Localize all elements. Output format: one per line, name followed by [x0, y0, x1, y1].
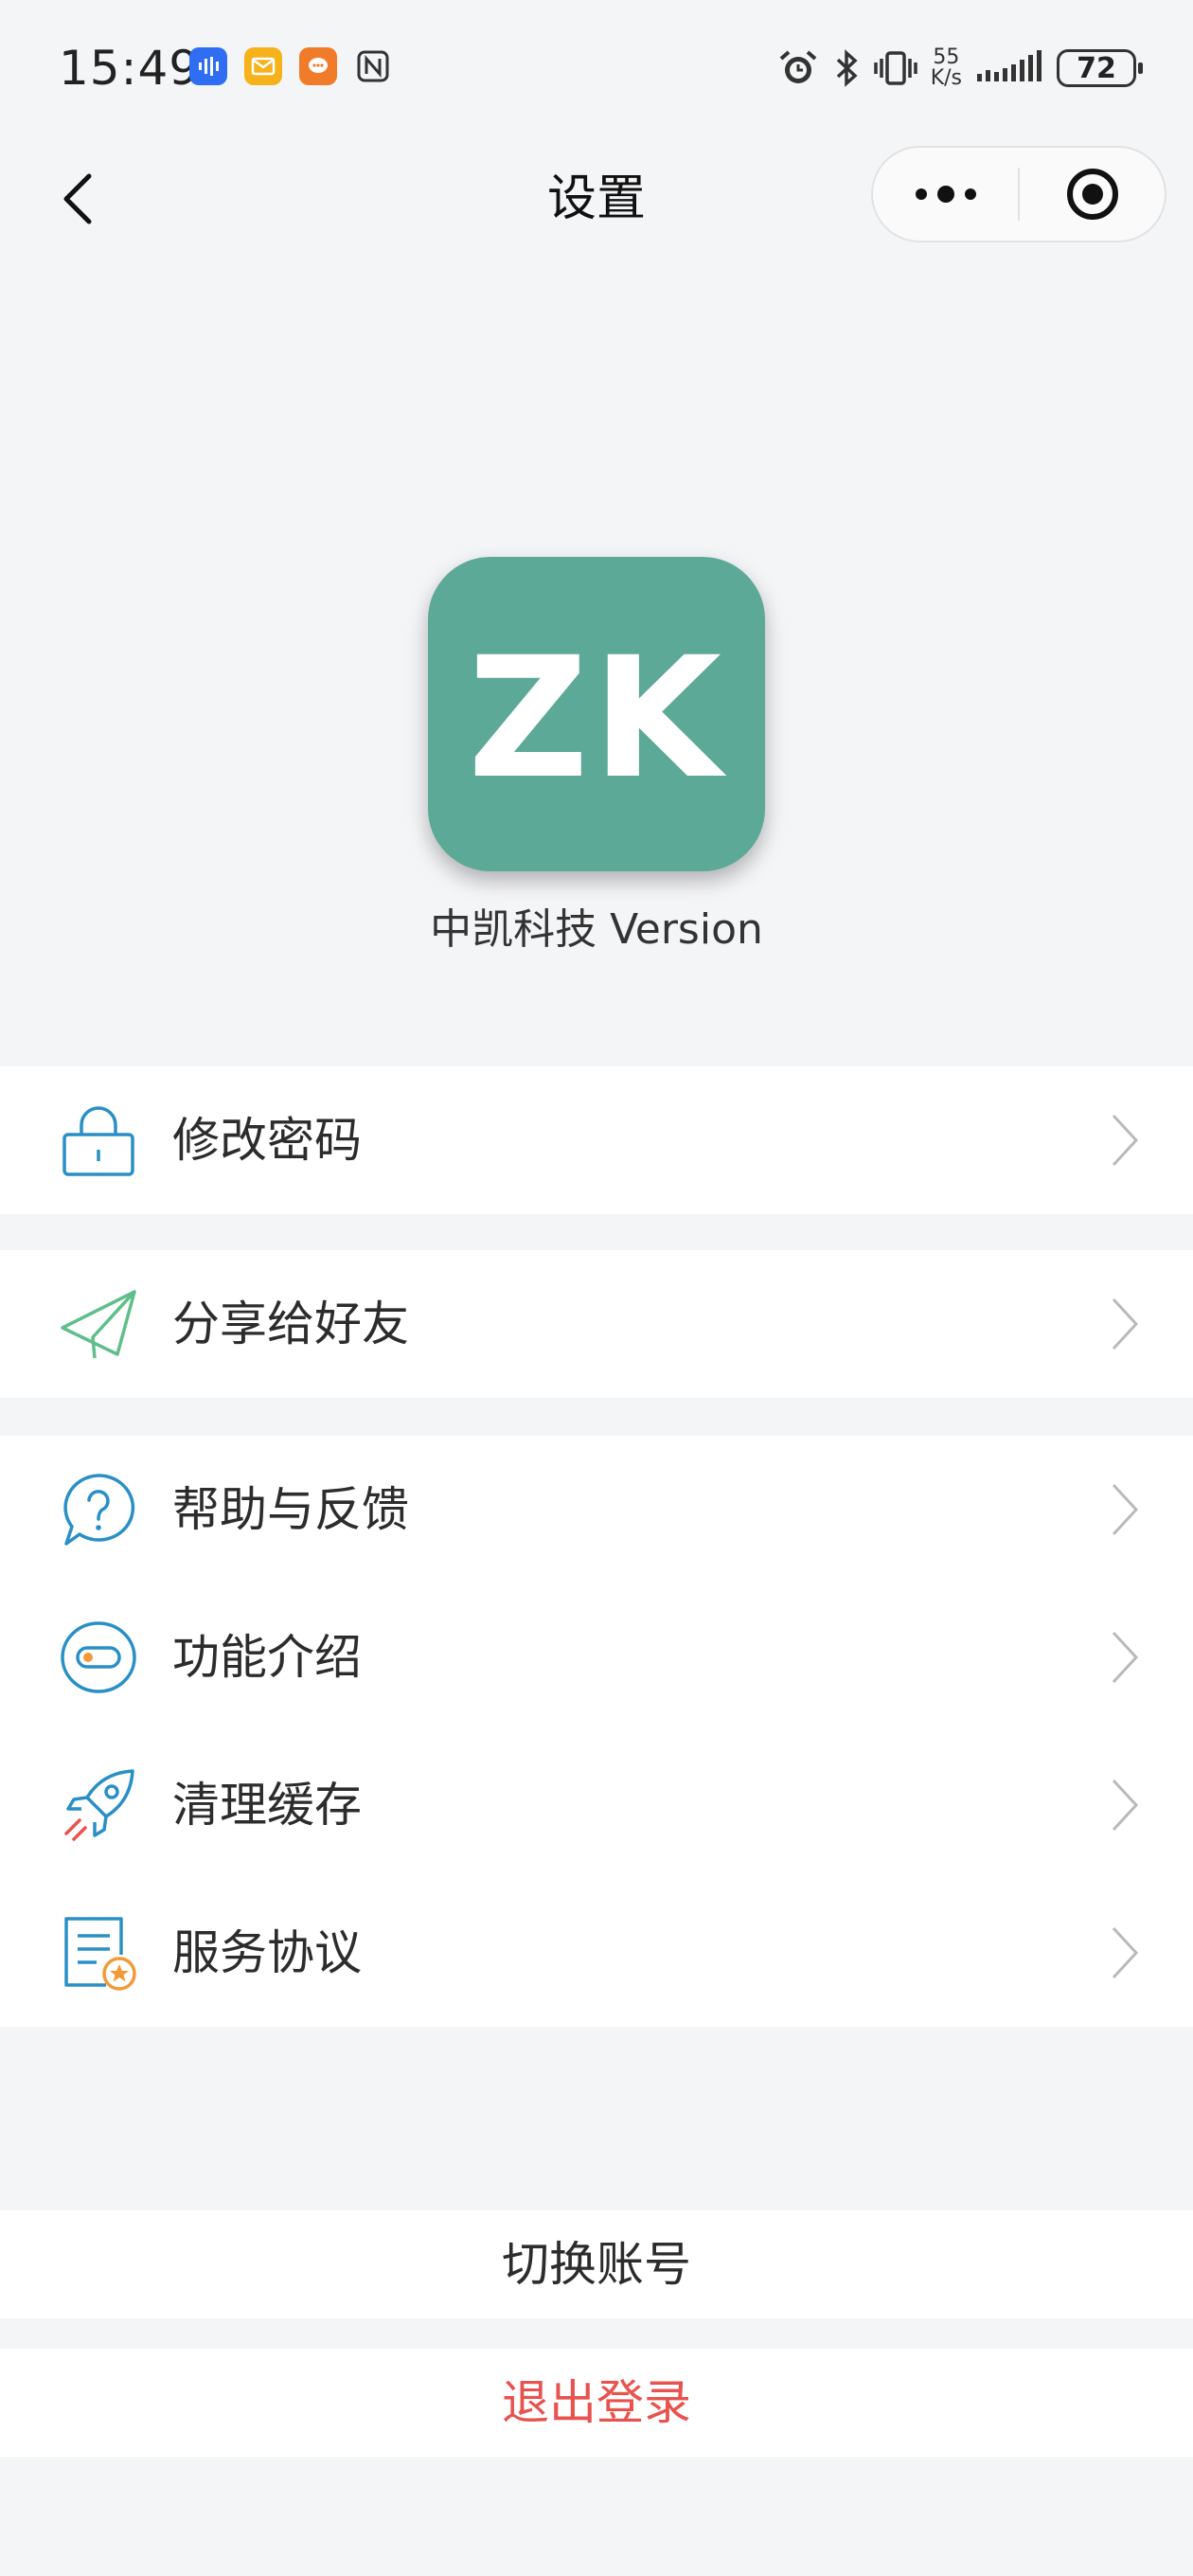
vibrate-icon: [873, 51, 917, 85]
menu-item-label: 帮助与反馈: [172, 1482, 409, 1537]
close-mini-program-button[interactable]: [1020, 148, 1165, 241]
menu-item-help[interactable]: 帮助与反馈: [0, 1436, 1193, 1583]
navigation-bar: 设置: [0, 133, 1193, 265]
status-bar: 15:49 55 K/s 72: [0, 0, 1193, 133]
switch-account-button[interactable]: 切换账号: [0, 2210, 1193, 2318]
chevron-right-icon: [1106, 1107, 1144, 1173]
more-button[interactable]: [873, 148, 1018, 241]
settings-group-share: 分享给好友: [0, 1250, 1193, 1398]
help-bubble-icon: [59, 1470, 138, 1549]
signal-icon: [977, 50, 1042, 81]
battery-indicator: 72: [1057, 49, 1143, 87]
toggle-badge-icon: [59, 1618, 138, 1697]
chevron-right-icon: [1106, 1772, 1144, 1838]
alarm-icon: [779, 50, 817, 83]
chevron-right-icon: [1106, 1624, 1144, 1690]
menu-item-label: 修改密码: [172, 1113, 362, 1168]
menu-item-clear-cache[interactable]: 清理缓存: [0, 1731, 1193, 1879]
chevron-right-icon: [1106, 1476, 1144, 1543]
menu-item-change-password[interactable]: 修改密码: [0, 1066, 1193, 1214]
target-close-icon: [1066, 169, 1118, 220]
menu-item-label: 服务协议: [172, 1925, 362, 1980]
menu-item-label: 分享给好友: [172, 1297, 409, 1351]
menu-item-share[interactable]: 分享给好友: [0, 1250, 1193, 1398]
bluetooth-icon: [836, 49, 858, 87]
logout-button[interactable]: 退出登录: [0, 2349, 1193, 2457]
app-logo: ZK: [428, 557, 765, 871]
chevron-right-icon: [1106, 1291, 1144, 1357]
menu-item-agreement[interactable]: 服务协议: [0, 1879, 1193, 2027]
status-time: 15:49: [59, 41, 201, 96]
menu-item-label: 功能介绍: [172, 1630, 362, 1685]
settings-group-general: 帮助与反馈 功能介绍 清理缓存 服务协议: [0, 1436, 1193, 2027]
mail-app-icon: [244, 47, 282, 85]
app-logo-text: ZK: [468, 621, 725, 815]
document-star-icon: [59, 1913, 138, 1993]
app-version-label: 中凯科技 Version: [430, 905, 763, 954]
notification-icons: [189, 47, 392, 85]
status-indicators: 55 K/s 72: [777, 44, 1143, 93]
rocket-icon: [59, 1765, 138, 1845]
voice-app-icon: [189, 47, 227, 85]
mini-program-capsule: [871, 146, 1166, 242]
chevron-right-icon: [1106, 1920, 1144, 1986]
nfc-icon: [354, 47, 392, 85]
settings-group-account: 修改密码: [0, 1066, 1193, 1214]
menu-item-features[interactable]: 功能介绍: [0, 1583, 1193, 1731]
network-speed: 55 K/s: [930, 45, 962, 90]
lock-icon: [59, 1100, 138, 1180]
chat-app-icon: [299, 47, 337, 85]
menu-item-label: 清理缓存: [172, 1778, 362, 1833]
more-dots-icon: [915, 186, 976, 203]
paper-plane-icon: [59, 1284, 138, 1364]
